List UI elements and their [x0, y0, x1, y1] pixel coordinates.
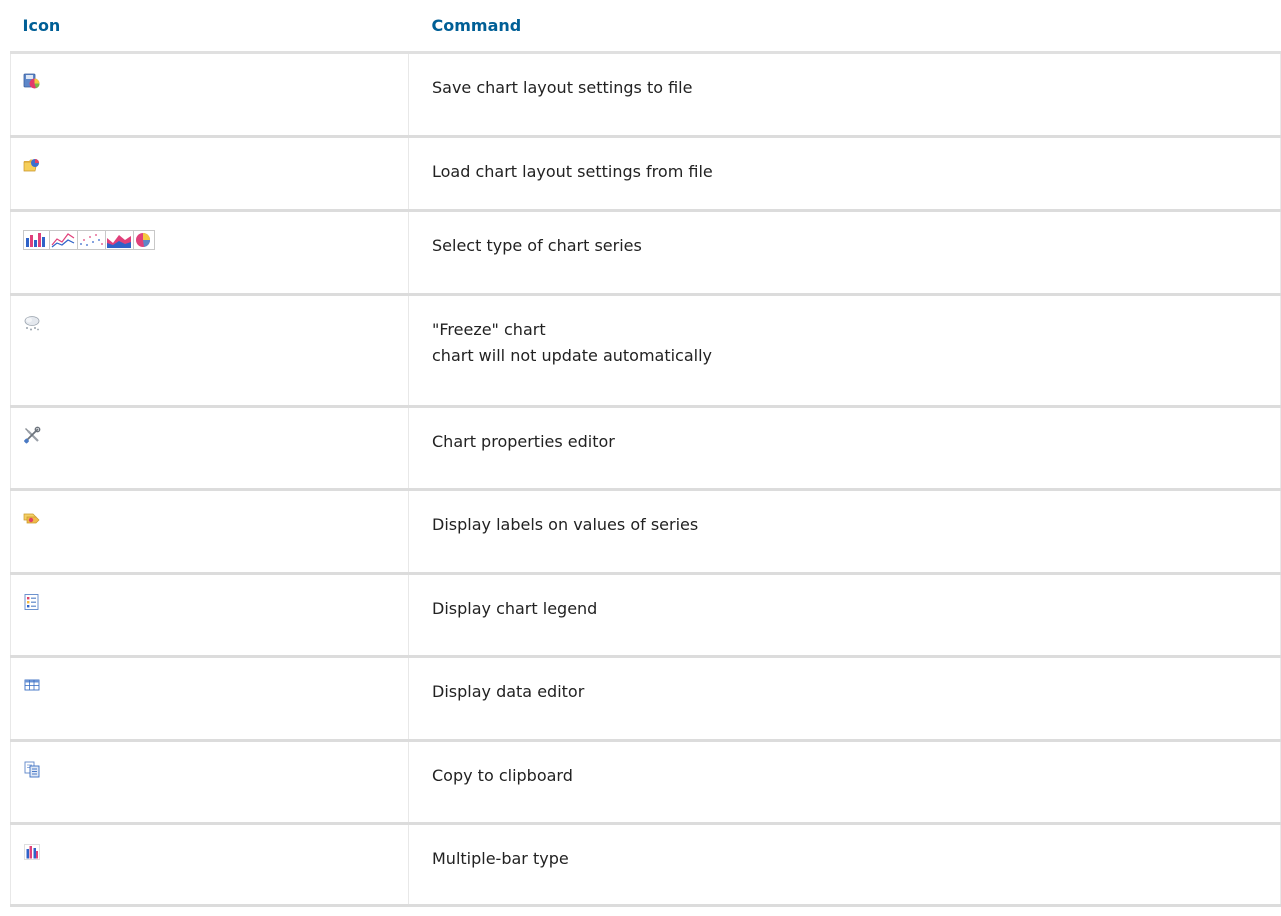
multiple-bar-icon [23, 843, 41, 861]
command-text: Copy to clipboard [432, 765, 573, 785]
command-text: Select type of chart series [432, 235, 642, 255]
command-text: Display chart legend [432, 598, 598, 618]
table-row: Multiple-bar type [10, 823, 1281, 907]
properties-tools-icon [23, 426, 41, 444]
save-chart-layout-icon [23, 72, 41, 90]
command-text: Display data editor [432, 681, 585, 701]
table-row: Display chart legend [10, 573, 1281, 658]
command-text: Display labels on values of series [432, 514, 699, 534]
table-row: "Freeze" chart chart will not update aut… [10, 294, 1281, 408]
table-row: Select type of chart series [10, 210, 1281, 296]
command-text: Load chart layout settings from file [432, 161, 713, 181]
command-column-header: Command [431, 15, 522, 35]
command-text-line-1: "Freeze" chart [432, 319, 546, 339]
legend-icon [23, 593, 41, 611]
freeze-snowflake-icon [23, 314, 41, 332]
icon-column-header: Icon [22, 15, 61, 35]
open-folder-icon [23, 156, 41, 174]
table-row: Save chart layout settings to file [10, 52, 1281, 138]
table-header-row: Icon Command [10, 0, 1281, 52]
labels-icon [23, 509, 41, 527]
table-row: Display data editor [10, 656, 1281, 742]
command-text: Save chart layout settings to file [432, 77, 693, 97]
command-text: Chart properties editor [432, 431, 615, 451]
table-row: Load chart layout settings from file [10, 136, 1281, 212]
table-row: Chart properties editor [10, 406, 1281, 491]
command-text-line-2: chart will not update automatically [432, 345, 713, 365]
table-row: Display labels on values of series [10, 489, 1281, 575]
commands-table: Icon Command Save chart layout settings … [10, 0, 1281, 907]
table-row: Copy to clipboard [10, 740, 1281, 825]
data-grid-icon [23, 676, 41, 694]
chart-series-types-icon [23, 229, 155, 250]
copy-clipboard-icon [23, 760, 41, 778]
command-text: Multiple-bar type [432, 848, 569, 868]
